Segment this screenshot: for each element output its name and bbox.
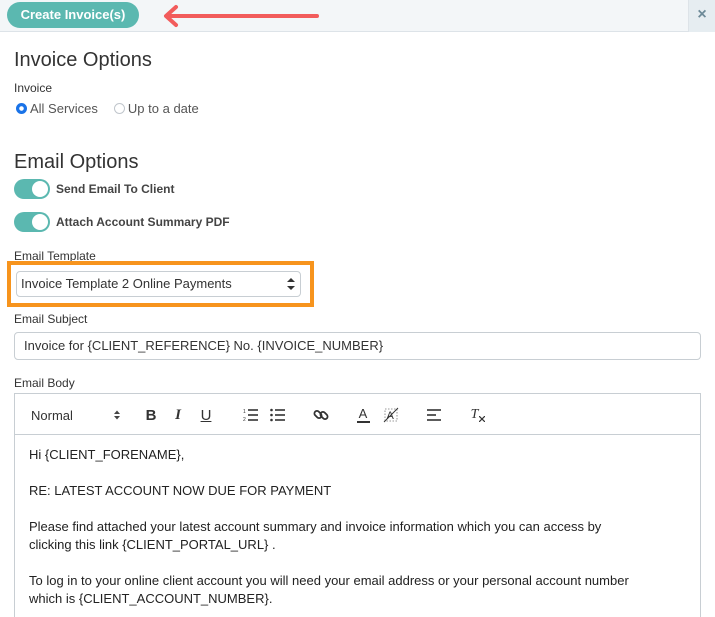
send-email-label: Send Email To Client bbox=[56, 182, 175, 196]
email-subject-input[interactable]: Invoice for {CLIENT_REFERENCE} No. {INVO… bbox=[14, 332, 701, 360]
close-icon: × bbox=[697, 6, 707, 23]
email-template-select[interactable]: Invoice Template 2 Online Payments bbox=[16, 271, 301, 297]
radio-all-services[interactable]: All Services bbox=[16, 101, 98, 116]
svg-text:1: 1 bbox=[243, 409, 246, 415]
send-email-toggle[interactable] bbox=[14, 179, 50, 199]
invoice-options-heading: Invoice Options bbox=[14, 49, 152, 71]
italic-icon[interactable]: I bbox=[170, 406, 186, 424]
bold-icon[interactable]: B bbox=[143, 406, 159, 424]
format-arrows-icon bbox=[114, 410, 120, 420]
body-line: RE: LATEST ACCOUNT NOW DUE FOR PAYMENT bbox=[29, 483, 332, 498]
body-line: To log in to your online client account … bbox=[29, 573, 629, 606]
attach-pdf-toggle[interactable] bbox=[14, 212, 50, 232]
body-line: Hi {CLIENT_FORENAME}, bbox=[29, 447, 185, 462]
format-select-value: Normal bbox=[31, 407, 73, 423]
annotation-arrow-icon bbox=[164, 5, 319, 27]
underline-icon[interactable]: U bbox=[198, 406, 214, 424]
attach-pdf-label: Attach Account Summary PDF bbox=[56, 215, 230, 229]
top-bar: Create Invoice(s) × bbox=[0, 0, 715, 32]
email-options-heading: Email Options bbox=[14, 151, 139, 173]
body-line: Please find attached your latest account… bbox=[29, 519, 602, 552]
radio-up-to-date-label: Up to a date bbox=[127, 100, 199, 116]
close-panel-button[interactable]: × bbox=[688, 0, 715, 32]
text-color-icon[interactable]: A bbox=[355, 406, 371, 424]
email-subject-label: Email Subject bbox=[14, 312, 88, 326]
link-icon[interactable] bbox=[312, 406, 330, 424]
invoice-radio-group: All Services Up to a date bbox=[16, 100, 215, 116]
invoice-label: Invoice bbox=[14, 81, 53, 95]
radio-up-to-date[interactable]: Up to a date bbox=[113, 100, 199, 116]
svg-text:2: 2 bbox=[243, 417, 246, 422]
editor-toolbar: Normal B I U 12 A A T bbox=[15, 394, 700, 435]
email-template-value: Invoice Template 2 Online Payments bbox=[21, 276, 232, 291]
attach-pdf-toggle-row: Attach Account Summary PDF bbox=[14, 212, 230, 232]
align-icon[interactable] bbox=[426, 406, 442, 424]
clear-format-icon[interactable]: T bbox=[470, 406, 486, 424]
ordered-list-icon[interactable]: 12 bbox=[242, 406, 260, 424]
radio-checked-icon bbox=[16, 102, 27, 114]
email-body-label: Email Body bbox=[14, 376, 75, 390]
bullet-list-icon[interactable] bbox=[269, 406, 287, 424]
create-invoices-button[interactable]: Create Invoice(s) bbox=[7, 2, 139, 28]
email-body-editor: Normal B I U 12 A A T bbox=[14, 393, 701, 617]
send-email-toggle-row: Send Email To Client bbox=[14, 179, 174, 199]
select-arrows-icon bbox=[287, 278, 295, 290]
background-color-icon[interactable]: A bbox=[382, 406, 400, 424]
editor-content[interactable]: Hi {CLIENT_FORENAME}, RE: LATEST ACCOUNT… bbox=[15, 436, 700, 617]
radio-unchecked-icon bbox=[113, 102, 125, 114]
radio-all-services-label: All Services bbox=[30, 100, 98, 116]
format-select[interactable]: Normal bbox=[31, 406, 121, 424]
